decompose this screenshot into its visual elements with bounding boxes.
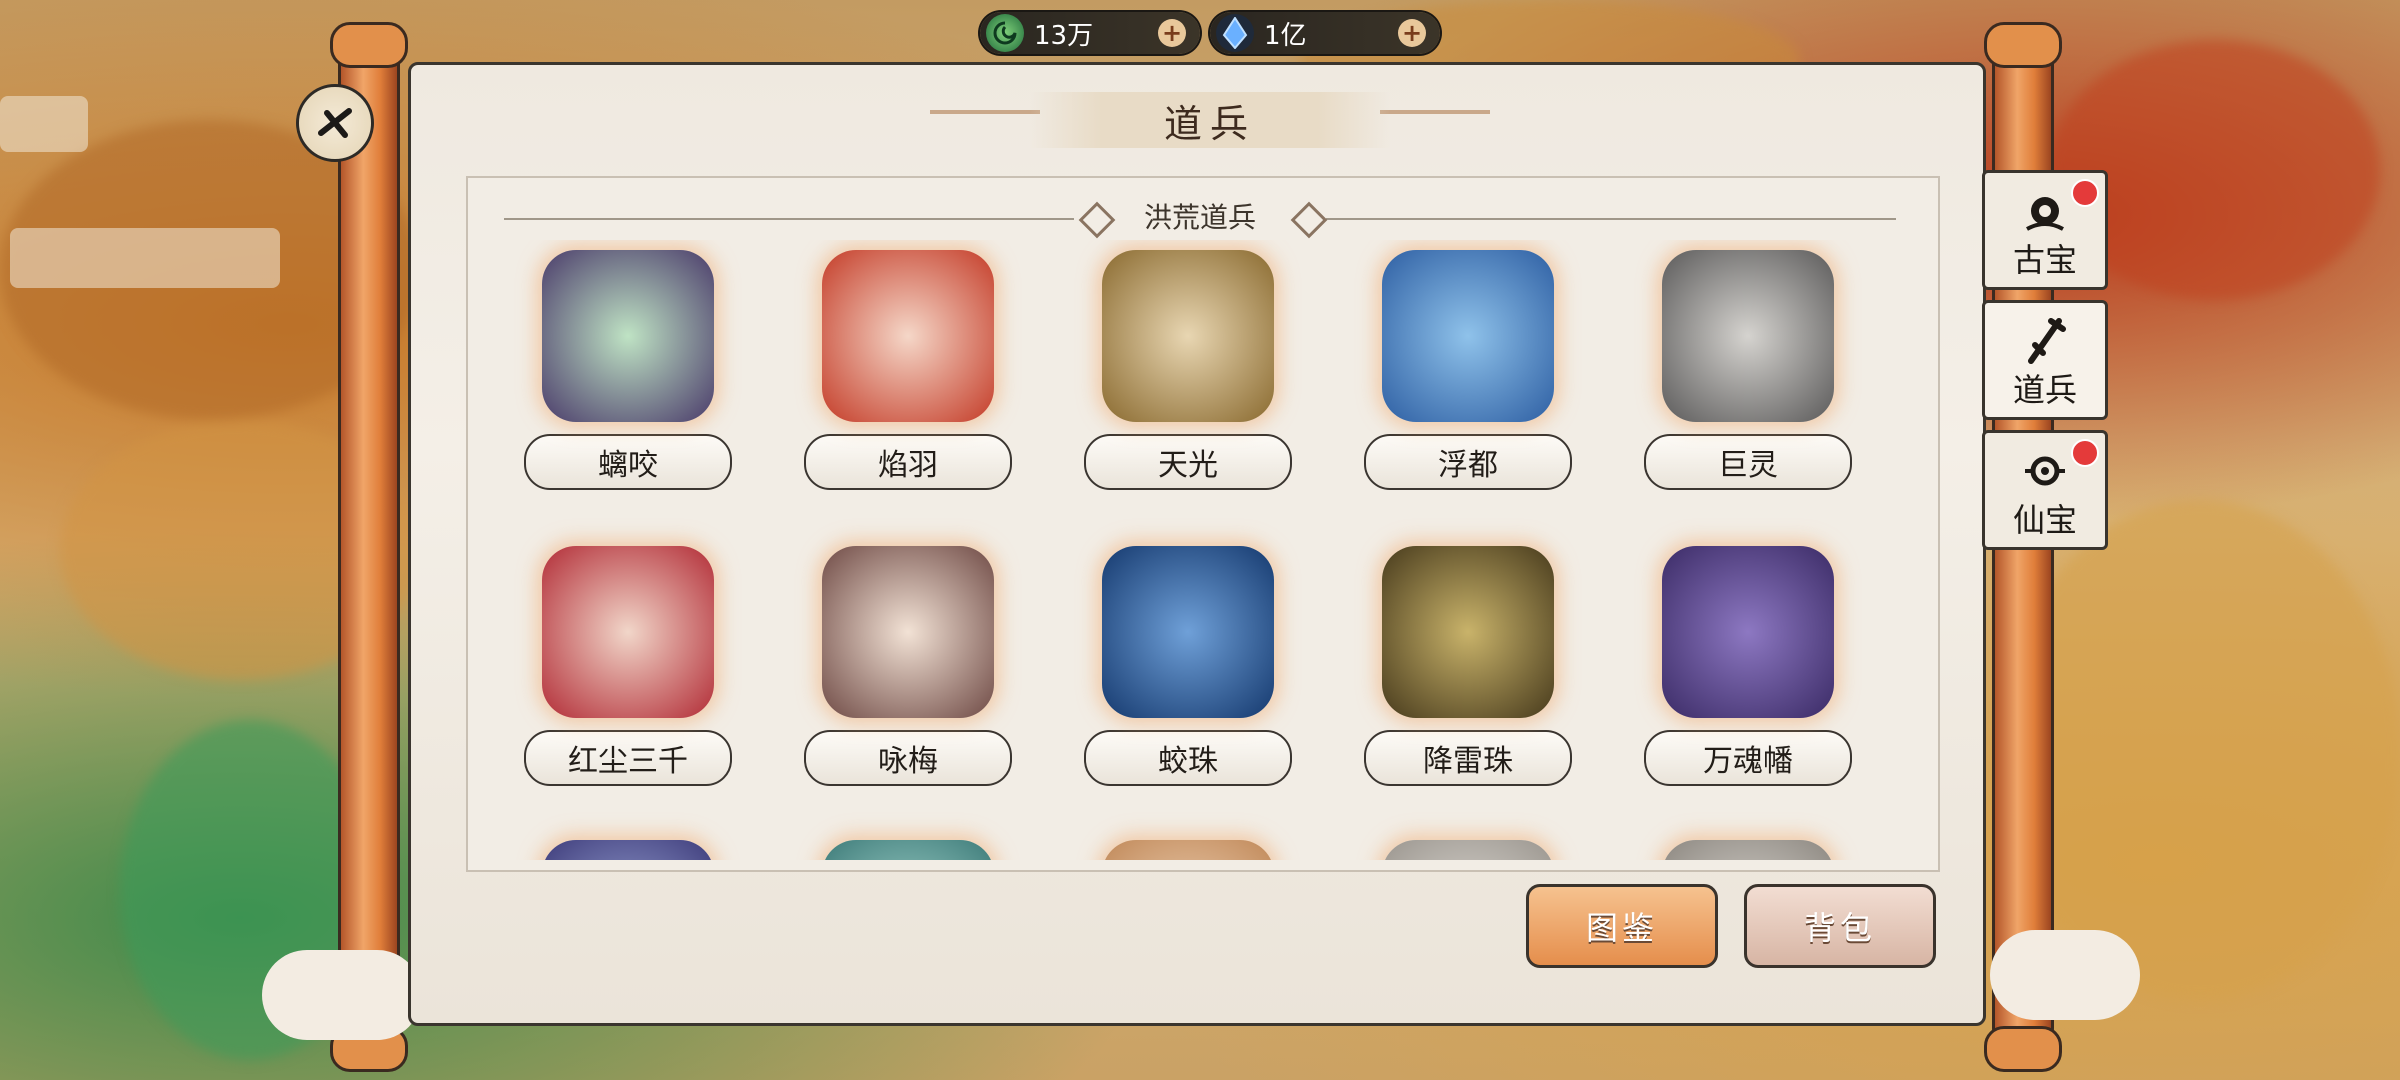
tab-label: 仙宝 [2012, 501, 2077, 539]
weapon-grid[interactable]: 螭咬 焰羽 天光 浮都 巨灵 红尘三千 咏梅 蛟珠 降雷珠 万魂幡 [470, 240, 1930, 860]
currency-jade: 13万 + [980, 12, 1200, 54]
weapon-name: 咏梅 [804, 730, 1012, 786]
close-button[interactable] [296, 84, 374, 162]
weapon-icon [2028, 318, 2066, 364]
weapon-card[interactable]: 咏梅 [798, 546, 1018, 786]
weapon-card[interactable]: 巨灵 [1638, 250, 1858, 490]
weapon-card[interactable]: 万魂幡 [1638, 546, 1858, 786]
weapon-icon [1662, 250, 1834, 422]
spirit-crystal-icon [1216, 14, 1254, 52]
weapon-card[interactable]: 螭咬 [518, 250, 738, 490]
weapon-card[interactable] [1638, 840, 1858, 860]
weapon-card[interactable]: 红尘三千 [518, 546, 738, 786]
weapon-card[interactable]: 蛟珠 [1078, 546, 1298, 786]
weapon-icon [1102, 840, 1274, 860]
codex-button[interactable]: 图鉴 [1526, 884, 1718, 968]
cloud-decoration [262, 950, 422, 1040]
scroll-rod-cap [1984, 1026, 2062, 1072]
weapon-card[interactable] [518, 840, 738, 860]
spirit-crystal-amount: 1亿 [1264, 20, 1307, 51]
weapon-icon [822, 250, 994, 422]
page-title: 道兵 [1030, 92, 1390, 148]
weapon-icon [1102, 250, 1274, 422]
weapon-card[interactable]: 焰羽 [798, 250, 1018, 490]
weapon-name: 天光 [1084, 434, 1292, 490]
title-ornament [930, 110, 1040, 114]
weapon-name: 降雷珠 [1364, 730, 1572, 786]
bag-button[interactable]: 背包 [1744, 884, 1936, 968]
weapon-icon [1102, 546, 1274, 718]
weapon-icon [542, 546, 714, 718]
add-crystal-button[interactable]: + [1398, 19, 1426, 47]
jade-coin-amount: 13万 [1034, 20, 1094, 51]
tab-ancient-treasure[interactable]: 古宝 [1982, 170, 2108, 290]
weapon-icon [822, 546, 994, 718]
weapon-icon [1382, 840, 1554, 860]
weapon-icon [542, 250, 714, 422]
weapon-name: 螭咬 [524, 434, 732, 490]
scroll-rod-cap [330, 22, 408, 68]
jade-coin-icon [986, 14, 1024, 52]
weapon-name: 焰羽 [804, 434, 1012, 490]
scroll-rod-left [338, 38, 400, 1054]
weapon-card[interactable] [1358, 840, 1578, 860]
ancient-treasure-icon [2026, 197, 2064, 231]
close-icon [318, 108, 352, 138]
section-divider [504, 218, 1074, 220]
weapon-card[interactable]: 浮都 [1358, 250, 1578, 490]
add-jade-button[interactable]: + [1158, 19, 1186, 47]
weapon-name: 万魂幡 [1644, 730, 1852, 786]
alert-badge [2071, 439, 2099, 467]
weapon-card[interactable]: 天光 [1078, 250, 1298, 490]
currency-crystal: 1亿 + [1210, 12, 1440, 54]
weapon-name: 蛟珠 [1084, 730, 1292, 786]
map-label [10, 228, 280, 288]
tab-immortal-treasure[interactable]: 仙宝 [1982, 430, 2108, 550]
section-divider [1326, 218, 1896, 220]
alert-badge [2071, 179, 2099, 207]
weapon-card[interactable] [798, 840, 1018, 860]
immortal-treasure-icon [2025, 456, 2065, 486]
weapon-name: 红尘三千 [524, 730, 732, 786]
weapon-icon [1662, 840, 1834, 860]
section-title: 洪荒道兵 [1143, 201, 1256, 234]
weapon-icon [1662, 546, 1834, 718]
tab-weapon[interactable]: 道兵 [1982, 300, 2108, 420]
weapon-icon [822, 840, 994, 860]
cloud-decoration [1990, 930, 2140, 1020]
weapon-card[interactable]: 降雷珠 [1358, 546, 1578, 786]
weapon-icon [542, 840, 714, 860]
title-ornament [1380, 110, 1490, 114]
weapon-icon [1382, 250, 1554, 422]
weapon-name: 浮都 [1364, 434, 1572, 490]
tab-label: 道兵 [2012, 371, 2077, 409]
weapon-name: 巨灵 [1644, 434, 1852, 490]
weapon-icon [1382, 546, 1554, 718]
map-label [0, 96, 88, 152]
tab-label: 古宝 [2012, 241, 2077, 279]
scroll-rod-cap [1984, 22, 2062, 68]
weapon-card[interactable] [1078, 840, 1298, 860]
